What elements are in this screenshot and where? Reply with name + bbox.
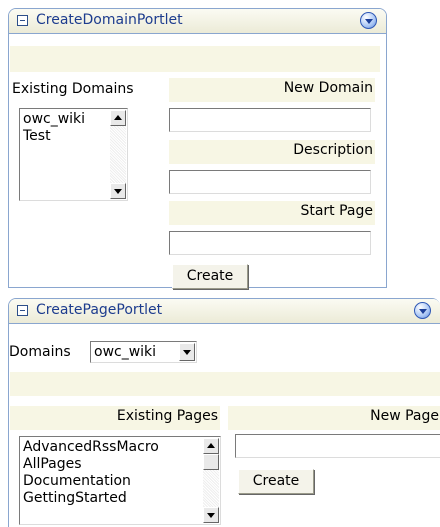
existing-pages-label: Existing Pages xyxy=(116,408,218,424)
domains-scrollbar[interactable] xyxy=(110,110,126,199)
start-page-input[interactable] xyxy=(169,231,371,255)
list-item[interactable]: Documentation xyxy=(23,473,159,490)
scroll-down-icon[interactable] xyxy=(110,183,126,199)
portlet-title: CreateDomainPortlet xyxy=(36,12,183,28)
new-domain-label: New Domain xyxy=(283,80,373,96)
list-item[interactable]: Test xyxy=(23,128,85,145)
portlet-title: CreatePagePortlet xyxy=(36,302,163,318)
create-domain-button[interactable]: Create xyxy=(172,264,248,289)
existing-pages-label-cell: Existing Pages xyxy=(10,406,220,430)
page-items: AdvancedRssMacro AllPages Documentation … xyxy=(23,439,159,507)
existing-pages-list[interactable]: AdvancedRssMacro AllPages Documentation … xyxy=(19,436,221,525)
new-page-input[interactable] xyxy=(235,434,440,458)
list-item[interactable]: GettingStarted xyxy=(23,490,159,507)
existing-domains-label: Existing Domains xyxy=(12,81,134,97)
list-item[interactable]: AdvancedRssMacro xyxy=(23,439,159,456)
start-page-label-cell: Start Page xyxy=(169,201,375,225)
minimize-icon[interactable] xyxy=(17,305,28,316)
scroll-down-icon[interactable] xyxy=(203,507,219,523)
start-page-label: Start Page xyxy=(300,203,373,219)
list-item[interactable]: owc_wiki xyxy=(23,111,85,128)
new-domain-input[interactable] xyxy=(169,108,371,132)
pages-scrollbar[interactable] xyxy=(203,438,219,523)
portlet-titlebar: CreatePagePortlet xyxy=(9,299,440,324)
new-domain-label-cell: New Domain xyxy=(169,78,375,102)
new-page-label: New Page xyxy=(370,408,439,424)
portlet-titlebar: CreateDomainPortlet xyxy=(9,9,386,34)
domains-selected-value: owc_wiki xyxy=(94,344,157,360)
description-label: Description xyxy=(293,142,373,158)
domains-label: Domains xyxy=(9,344,71,360)
dropdown-arrow-icon[interactable] xyxy=(179,343,195,361)
create-domain-portlet: CreateDomainPortlet Existing Domains New… xyxy=(8,8,387,289)
description-label-cell: Description xyxy=(169,140,375,164)
list-item[interactable]: AllPages xyxy=(23,456,159,473)
message-band xyxy=(10,46,380,72)
portlet-menu-icon[interactable] xyxy=(414,302,431,319)
new-page-label-cell: New Page xyxy=(228,406,440,430)
existing-domains-list[interactable]: owc_wiki Test xyxy=(19,108,128,201)
scroll-thumb[interactable] xyxy=(203,454,219,470)
portlet-menu-icon[interactable] xyxy=(360,12,377,29)
minimize-icon[interactable] xyxy=(17,15,28,26)
description-input[interactable] xyxy=(169,170,371,194)
domain-items: owc_wiki Test xyxy=(23,111,85,145)
create-page-button[interactable]: Create xyxy=(238,469,314,494)
create-page-portlet: CreatePagePortlet Domains owc_wiki Exist… xyxy=(8,298,440,527)
scroll-up-icon[interactable] xyxy=(110,110,126,126)
message-band xyxy=(10,372,440,396)
scroll-up-icon[interactable] xyxy=(203,438,219,454)
domains-select[interactable]: owc_wiki xyxy=(90,341,197,363)
